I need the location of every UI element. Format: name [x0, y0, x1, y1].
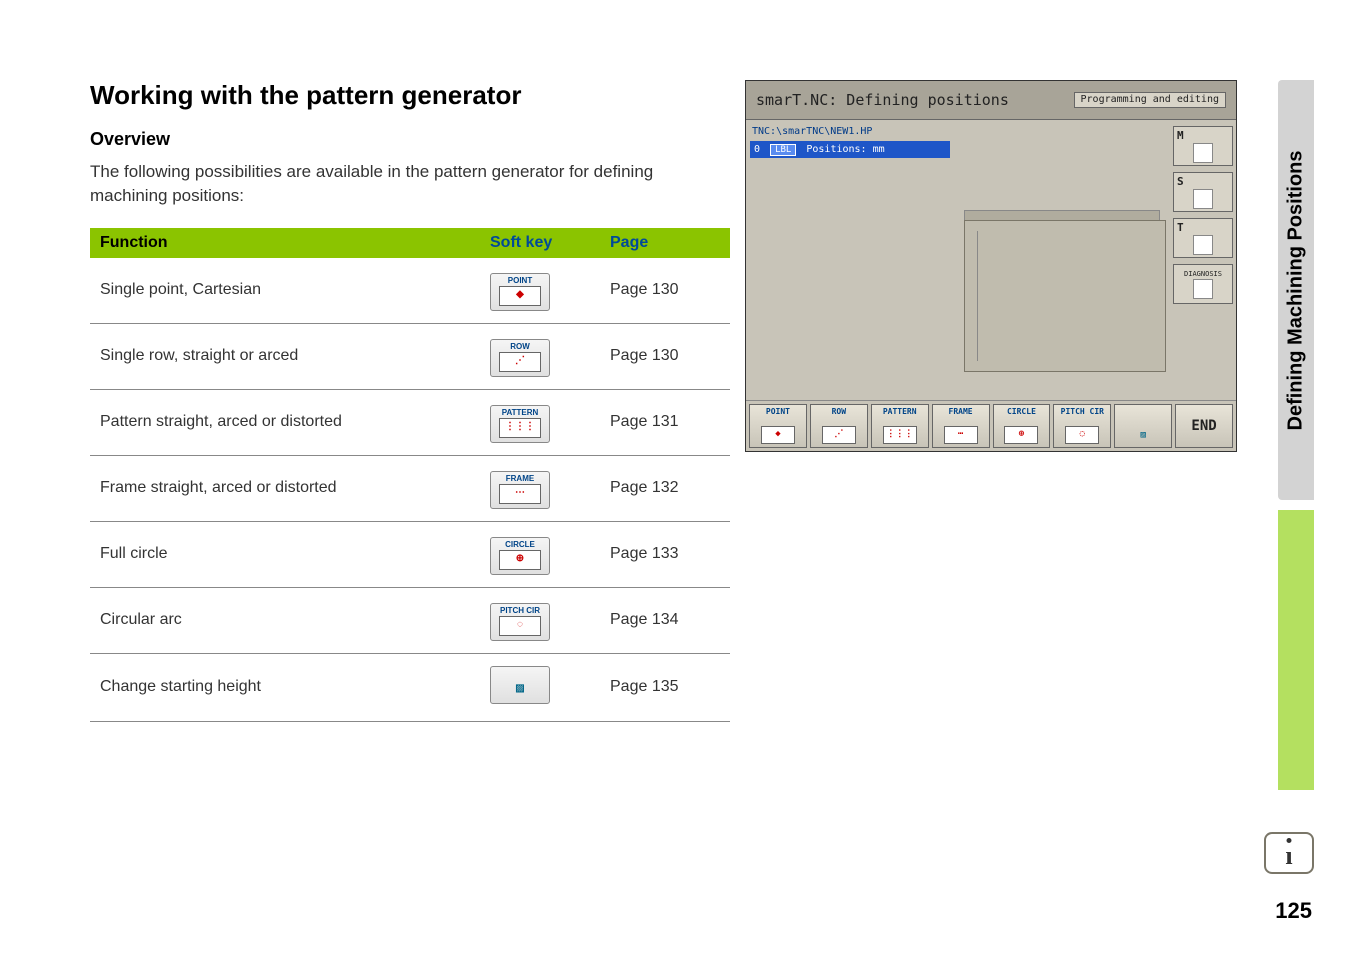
- description-text: The following possibilities are availabl…: [90, 160, 730, 208]
- mini-icon: [1193, 279, 1213, 299]
- table-row: Single point, Cartesian POINT ◆ Page 130: [90, 258, 730, 324]
- app-softkey-bar: POINT ◆ ROW ⋰ PATTERN ⋮⋮⋮ FRAME ⋯ CIRCLE…: [746, 400, 1236, 451]
- frame-icon: FRAME ⋯: [490, 471, 550, 509]
- func-cell: Frame straight, arced or distorted: [90, 455, 480, 521]
- active-row[interactable]: 0 LBL Positions: mm: [750, 141, 950, 158]
- table-row: Pattern straight, arced or distorted PAT…: [90, 389, 730, 455]
- sk-end[interactable]: END: [1175, 404, 1233, 448]
- plot-area: [964, 220, 1166, 372]
- green-side-bar: [1278, 510, 1314, 790]
- pattern-icon: PATTERN ⋮⋮⋮: [490, 405, 550, 443]
- chapter-tab: Defining Machining Positions: [1278, 80, 1314, 500]
- sk-point[interactable]: POINT ◆: [749, 404, 807, 448]
- app-title: smarT.NC: Defining positions: [756, 91, 1009, 109]
- mini-icon: [1193, 143, 1213, 163]
- func-cell: Full circle: [90, 521, 480, 587]
- page-cell: Page 130: [600, 323, 730, 389]
- side-btn-diagnosis[interactable]: DIAGNOSIS: [1173, 264, 1233, 304]
- sk-height[interactable]: ▨: [1114, 404, 1172, 448]
- softkey-cell: CIRCLE ⊕: [480, 521, 600, 587]
- side-btn-s[interactable]: S: [1173, 172, 1233, 212]
- sk-circle[interactable]: CIRCLE ⊕: [993, 404, 1051, 448]
- page-cell: Page 130: [600, 258, 730, 324]
- pitch-cir-icon: PITCH CIR ◌: [490, 603, 550, 641]
- softkey-cell: PATTERN ⋮⋮⋮: [480, 389, 600, 455]
- sk-frame[interactable]: FRAME ⋯: [932, 404, 990, 448]
- func-cell: Change starting height: [90, 653, 480, 721]
- side-btn-m[interactable]: M: [1173, 126, 1233, 166]
- app-titlebar: smarT.NC: Defining positions Programming…: [746, 81, 1236, 120]
- height-icon: ▨: [490, 666, 550, 704]
- func-cell: Pattern straight, arced or distorted: [90, 389, 480, 455]
- info-icon: ı: [1264, 832, 1314, 874]
- sk-row[interactable]: ROW ⋰: [810, 404, 868, 448]
- func-cell: Single row, straight or arced: [90, 323, 480, 389]
- func-cell: Single point, Cartesian: [90, 258, 480, 324]
- app-left-panel: TNC:\smarTNC\NEW1.HP 0 LBL Positions: mm: [746, 120, 954, 400]
- func-cell: Circular arc: [90, 587, 480, 653]
- table-row: Full circle CIRCLE ⊕ Page 133: [90, 521, 730, 587]
- page-cell: Page 131: [600, 389, 730, 455]
- softkey-cell: ▨: [480, 653, 600, 721]
- row-icon: ROW ⋰: [490, 339, 550, 377]
- lbl-badge: LBL: [770, 144, 796, 156]
- chapter-tab-text: Defining Machining Positions: [1285, 150, 1308, 430]
- page-cell: Page 133: [600, 521, 730, 587]
- table-row: Single row, straight or arced ROW ⋰ Page…: [90, 323, 730, 389]
- table-row: Circular arc PITCH CIR ◌ Page 134: [90, 587, 730, 653]
- mode-label: Programming and editing: [1074, 92, 1226, 108]
- softkey-cell: FRAME ⋯: [480, 455, 600, 521]
- table-row: Change starting height ▨ Page 135: [90, 653, 730, 721]
- header-page: Page: [600, 228, 730, 258]
- mini-icon: [1193, 235, 1213, 255]
- softkey-cell: ROW ⋰: [480, 323, 600, 389]
- circle-icon: CIRCLE ⊕: [490, 537, 550, 575]
- page-cell: Page 132: [600, 455, 730, 521]
- sk-pattern[interactable]: PATTERN ⋮⋮⋮: [871, 404, 929, 448]
- point-icon: POINT ◆: [490, 273, 550, 311]
- header-function: Function: [90, 228, 480, 258]
- file-path: TNC:\smarTNC\NEW1.HP: [750, 124, 950, 139]
- function-table: Function Soft key Page Single point, Car…: [90, 228, 730, 722]
- page-cell: Page 134: [600, 587, 730, 653]
- overview-heading: Overview: [90, 129, 730, 150]
- app-right-panel: [954, 120, 1170, 400]
- app-screenshot: smarT.NC: Defining positions Programming…: [745, 80, 1237, 452]
- app-sidebar: M S T DIAGNOSIS: [1170, 120, 1236, 400]
- table-row: Frame straight, arced or distorted FRAME…: [90, 455, 730, 521]
- page-title: Working with the pattern generator: [90, 80, 730, 111]
- softkey-cell: PITCH CIR ◌: [480, 587, 600, 653]
- sk-pitch-cir[interactable]: PITCH CIR ◌: [1053, 404, 1111, 448]
- header-softkey: Soft key: [480, 228, 600, 258]
- mini-icon: [1193, 189, 1213, 209]
- softkey-cell: POINT ◆: [480, 258, 600, 324]
- page-number: 125: [1275, 898, 1312, 924]
- side-btn-t[interactable]: T: [1173, 218, 1233, 258]
- page-cell: Page 135: [600, 653, 730, 721]
